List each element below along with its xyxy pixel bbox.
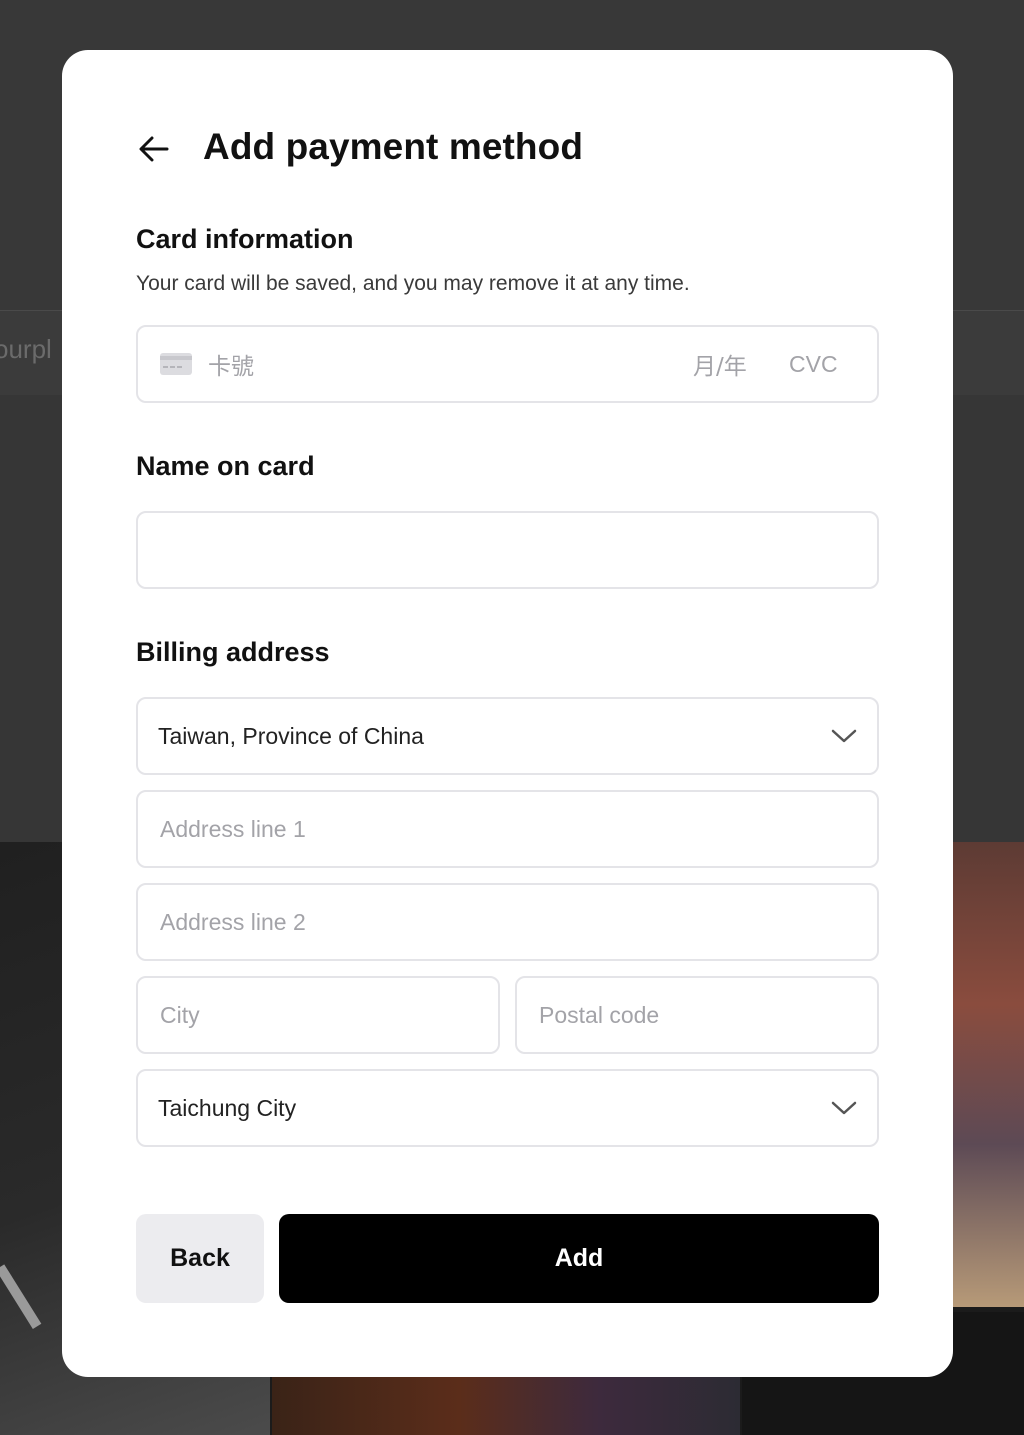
card-information-description: Your card will be saved, and you may rem… (136, 272, 690, 295)
card-number-input[interactable]: 卡號 (208, 347, 693, 381)
region-select[interactable]: Taichung City (136, 1069, 879, 1147)
arrow-left-icon (139, 136, 169, 162)
postal-code-field[interactable] (515, 976, 879, 1054)
billing-address-label: Billing address (136, 637, 330, 667)
name-on-card-field[interactable] (136, 511, 879, 589)
back-button[interactable]: Back (136, 1214, 264, 1303)
city-input[interactable] (138, 978, 498, 1052)
address-line-2-input[interactable] (138, 885, 877, 959)
address-line-1-input[interactable] (138, 792, 877, 866)
region-value: Taichung City (158, 1094, 297, 1121)
credit-card-icon (160, 353, 192, 375)
postal-code-input[interactable] (517, 978, 877, 1052)
name-on-card-input[interactable] (138, 513, 877, 587)
card-information-label: Card information (136, 224, 354, 254)
add-button[interactable]: Add (279, 1214, 879, 1303)
chevron-down-icon (831, 1101, 857, 1115)
card-details-field[interactable]: 卡號 月/年 CVC (136, 325, 879, 403)
card-cvc-input[interactable]: CVC (789, 351, 839, 378)
gallery-image (950, 842, 1024, 1307)
address-line-2-field[interactable] (136, 883, 879, 961)
country-select[interactable]: Taiwan, Province of China (136, 697, 879, 775)
dialog-title: Add payment method (203, 126, 584, 167)
add-payment-method-dialog: Add payment method Card information Your… (62, 50, 953, 1377)
card-expiry-input[interactable]: 月/年 (693, 347, 753, 381)
background-nav-text: ourpl (0, 334, 52, 364)
address-line-1-field[interactable] (136, 790, 879, 868)
city-field[interactable] (136, 976, 500, 1054)
name-on-card-label: Name on card (136, 451, 315, 481)
country-value: Taiwan, Province of China (158, 722, 424, 749)
back-arrow-button[interactable] (136, 134, 172, 164)
chevron-down-icon (831, 729, 857, 743)
